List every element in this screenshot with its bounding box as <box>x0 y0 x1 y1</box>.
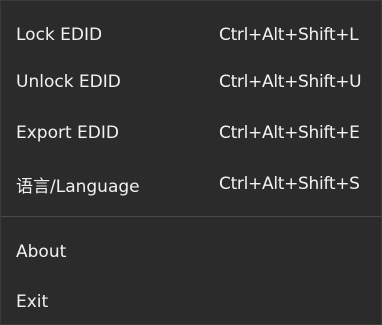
menu-item-export-edid[interactable]: Export EDID Ctrl+Alt+Shift+E <box>1 110 381 156</box>
menu-item-label: About <box>16 242 67 262</box>
menu-item-shortcut: Ctrl+Alt+Shift+U <box>219 72 362 92</box>
menu-item-label: Unlock EDID <box>16 72 121 92</box>
menu-item-shortcut: Ctrl+Alt+Shift+E <box>219 123 360 143</box>
context-menu: Lock EDID Ctrl+Alt+Shift+L Unlock EDID C… <box>0 0 382 325</box>
menu-item-about[interactable]: About <box>1 229 381 275</box>
menu-item-language[interactable]: 语言/Language Ctrl+Alt+Shift+S <box>1 161 381 207</box>
menu-item-shortcut: Ctrl+Alt+Shift+L <box>219 25 359 45</box>
menu-item-label: 语言/Language <box>16 176 140 197</box>
menu-item-label: Export EDID <box>16 123 119 143</box>
menu-item-label: Lock EDID <box>16 25 103 45</box>
menu-separator <box>1 216 381 217</box>
menu-item-exit[interactable]: Exit <box>1 279 381 325</box>
menu-item-label: Exit <box>16 292 49 312</box>
menu-item-shortcut: Ctrl+Alt+Shift+S <box>219 174 360 194</box>
menu-item-unlock-edid[interactable]: Unlock EDID Ctrl+Alt+Shift+U <box>1 59 381 105</box>
menu-item-lock-edid[interactable]: Lock EDID Ctrl+Alt+Shift+L <box>1 12 381 58</box>
